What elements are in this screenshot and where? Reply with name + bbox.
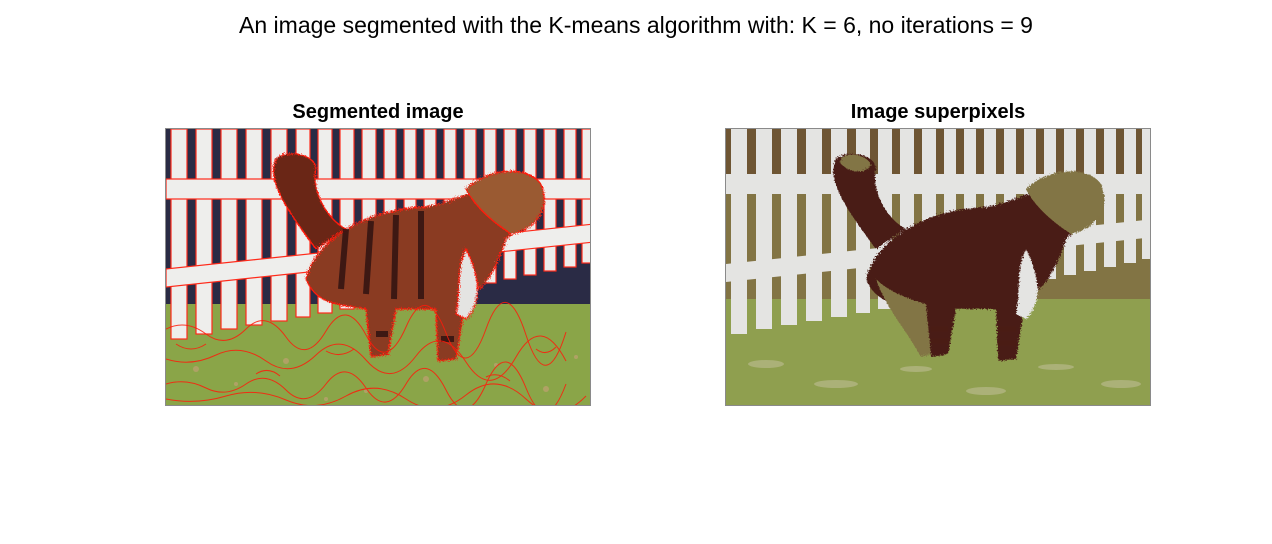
segmented-image	[165, 128, 591, 406]
superpixels-image-title: Image superpixels	[850, 101, 1026, 123]
superpixels-image	[725, 128, 1151, 406]
figure-title: An image segmented with the K-means algo…	[239, 12, 1033, 38]
segmented-image-title: Segmented image	[292, 101, 464, 123]
